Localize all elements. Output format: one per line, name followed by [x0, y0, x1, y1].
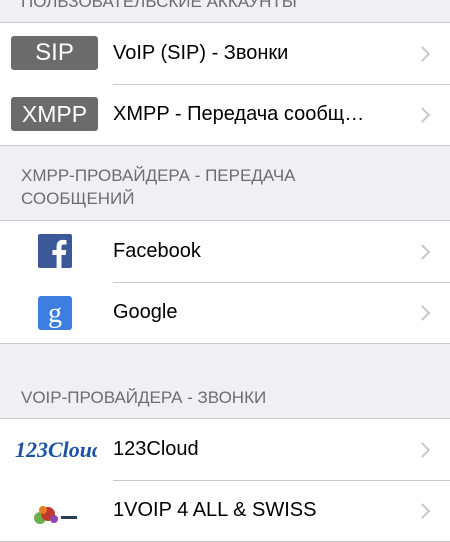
- svg-text:g: g: [48, 298, 62, 329]
- list-item-label: Google: [113, 301, 178, 323]
- xmpp-providers-group: Facebook g Google: [0, 220, 450, 344]
- list-item-label: Facebook: [113, 240, 201, 262]
- chevron-right-icon: [414, 441, 431, 458]
- chevron-right-icon: [414, 304, 431, 321]
- chevron-right-icon: [414, 45, 431, 62]
- google-icon: g: [38, 296, 72, 330]
- list-item-facebook[interactable]: Facebook: [0, 221, 450, 282]
- list-item-label: 1VOIP 4 ALL & SWISS: [113, 499, 317, 521]
- user-accounts-group: SIP VoIP (SIP) - Звонки XMPP XMPP - Пере…: [0, 22, 450, 146]
- list-item-123cloud[interactable]: 123Cloud 123Cloud: [0, 419, 450, 480]
- chevron-right-icon: [414, 502, 431, 519]
- list-item-1voip[interactable]: 1VOIP 4 ALL & SWISS: [0, 480, 450, 541]
- xmpp-badge-icon: XMPP: [11, 97, 98, 131]
- voip-providers-group: 123Cloud 123Cloud 1VOIP 4 ALL & SWISS: [0, 418, 450, 542]
- chevron-right-icon: [414, 106, 431, 123]
- list-item-voip-sip[interactable]: SIP VoIP (SIP) - Звонки: [0, 23, 450, 84]
- 1voip-logo-icon: [34, 506, 77, 524]
- list-item-xmpp[interactable]: XMPP XMPP - Передача сообщ…: [0, 84, 450, 145]
- section-header-xmpp-providers: XMPP-ПРОВАЙДЕРА - ПЕРЕДАЧА СООБЩЕНИЙ: [21, 164, 440, 210]
- list-item-label: VoIP (SIP) - Звонки: [113, 42, 289, 64]
- list-item-google[interactable]: g Google: [0, 282, 450, 343]
- sip-badge-icon: SIP: [11, 36, 98, 70]
- list-item-label: XMPP - Передача сообщ…: [113, 103, 365, 125]
- section-header-voip-providers: VOIP-ПРОВАЙДЕРА - ЗВОНКИ: [21, 388, 267, 407]
- chevron-right-icon: [414, 243, 431, 260]
- section-header-user-accounts: ПОЛЬЗОВАТЕЛЬСКИЕ АККАУНТЫ: [21, 0, 297, 11]
- facebook-icon: [38, 234, 72, 268]
- header-line: XMPP-ПРОВАЙДЕРА - ПЕРЕДАЧА: [21, 166, 296, 185]
- 123cloud-logo-icon: 123Cloud: [15, 437, 97, 462]
- list-item-label: 123Cloud: [113, 438, 199, 460]
- header-line: СООБЩЕНИЙ: [21, 189, 135, 208]
- logo-text: 123Cloud: [15, 437, 97, 462]
